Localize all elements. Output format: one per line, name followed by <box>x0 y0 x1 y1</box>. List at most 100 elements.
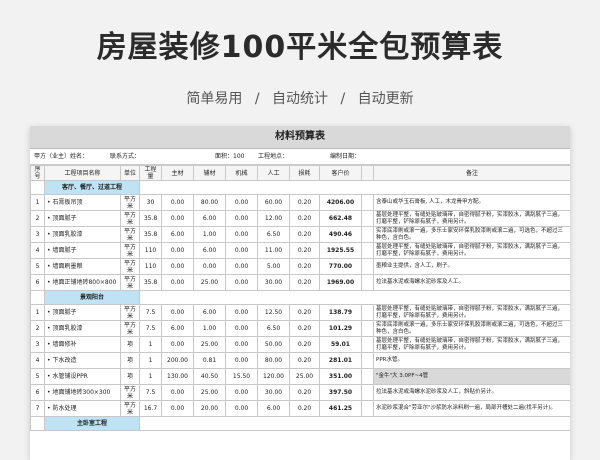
header-cell: 损耗 <box>289 165 320 181</box>
cell-price: 59.01 <box>319 336 362 353</box>
cell-no: 7 <box>30 400 45 417</box>
cell-no: 2 <box>30 320 45 337</box>
section-blank-cell <box>30 416 45 431</box>
cell-loss: 0.20 <box>289 304 320 321</box>
header-cell: 辅材 <box>193 165 226 181</box>
cell-no: 5 <box>30 258 45 275</box>
owner-label: 甲方（业主）姓名： <box>34 153 89 160</box>
cell-loss: 0.20 <box>289 226 320 243</box>
cell-qty: 1 <box>139 368 162 385</box>
cell-unit: 平方米 <box>120 400 140 417</box>
spreadsheet-preview: 材料预算表 甲方（业主）姓名： 联系方式： 面积：100 工程地点： 编制日期：… <box>30 126 570 460</box>
cell-main: 0.00 <box>161 336 194 353</box>
cell-qty: 30 <box>139 194 162 211</box>
cell-price: 397.50 <box>319 384 362 401</box>
project-info-row: 甲方（业主）姓名： 联系方式： 面积：100 工程地点： 编制日期： <box>30 149 570 165</box>
table-row: 4 • 下水改造项 1 200.00 0.81 0.00 80.00 0.20 281.01 PP… <box>30 352 570 369</box>
cell-name: • 地面铺地砖300×300 <box>44 384 121 401</box>
cell-note: 墨粮业主提供，含人工，刷子。 <box>373 258 570 275</box>
cell-qty: 7.5 <box>139 320 162 337</box>
section-spacer-cell <box>139 416 570 431</box>
table-row: 5 • 墙面刷墨粮 平方米 110 0.00 0.00 0.00 5.00 0.20 770.00… <box>30 258 570 275</box>
cell-aux: 0.81 <box>193 352 226 369</box>
cell-mach: 0.00 <box>225 336 258 353</box>
header-cell: 单位 <box>120 165 140 181</box>
cell-price: 101.29 <box>319 320 362 337</box>
cell-gap <box>361 320 374 337</box>
cell-aux: 80.00 <box>193 194 226 211</box>
cell-note: 基层处理平整，有缝处贴玻璃带，自密得腻子粉，实漆胶水，满刮腻子三遍，打磨平整，铲… <box>373 210 570 227</box>
cell-loss: 0.20 <box>289 320 320 337</box>
cell-note: "金牛"大 3.0PF~4管 <box>373 368 570 385</box>
header-cell: 序号 <box>30 165 45 181</box>
cell-note: 基层处理平整，有缝处贴玻璃带，自密得腻子粉，实漆胶水，满刮腻子三遍，打磨平整，铲… <box>373 336 570 353</box>
cell-main: 200.00 <box>161 352 194 369</box>
header-cell: 工程量 <box>139 165 162 181</box>
cell-aux: 20.00 <box>193 400 226 417</box>
cell-mach: 0.00 <box>225 352 258 369</box>
tag-separator: / <box>254 91 260 107</box>
cell-mach: 0.00 <box>225 384 258 401</box>
sheet-title: 材料预算表 <box>30 126 570 149</box>
cell-loss: 0.20 <box>289 400 320 417</box>
cell-note: 实漆底漆刷或滚一遍，多乐士家安环保乳胶漆刷或滚二遍，可选色，不超过三种色，含白色… <box>373 226 570 243</box>
cell-aux: 0.00 <box>193 258 226 275</box>
cell-labor: 60.00 <box>257 194 290 211</box>
cell-name: • 顶面腻子 <box>44 210 121 227</box>
cell-main: 0.00 <box>161 384 194 401</box>
cell-note: 基层处理平整，有缝处贴玻璃带，自密得腻子粉，实漆胶水，满刮腻子三遍，打磨平整，铲… <box>373 242 570 259</box>
contact-label: 联系方式： <box>110 153 141 160</box>
header-cell: 机械 <box>225 165 258 181</box>
cell-aux: 6.00 <box>193 210 226 227</box>
cell-unit: 平方米 <box>120 304 140 321</box>
cell-labor: 120.00 <box>257 368 290 385</box>
section-title: 景观阳台 <box>44 290 140 305</box>
cell-main: 0.00 <box>161 258 194 275</box>
cell-price: 662.48 <box>319 210 362 227</box>
cell-no: 4 <box>30 352 45 369</box>
cell-no: 5 <box>30 368 45 385</box>
cell-price: 138.79 <box>319 304 362 321</box>
cell-gap <box>361 258 374 275</box>
section-blank-cell <box>30 180 45 195</box>
section-row: 景观阳台 <box>30 290 570 305</box>
feature-tag: 自动统计 <box>272 91 328 107</box>
cell-price: 461.25 <box>319 400 362 417</box>
cell-note: 拉法基水泥或海螺水泥砂浆及人工。 <box>373 274 570 291</box>
cell-unit: 平方米 <box>120 258 140 275</box>
section-spacer-cell <box>139 180 570 195</box>
cell-aux: 25.00 <box>193 384 226 401</box>
cell-unit: 项 <box>120 368 140 385</box>
cell-gap <box>361 274 374 291</box>
cell-labor: 6.50 <box>257 226 290 243</box>
cell-qty: 110 <box>139 242 162 259</box>
cell-main: 0.00 <box>161 304 194 321</box>
cell-mach: 0.00 <box>225 210 258 227</box>
section-row: 客厅、餐厅、过道工程 <box>30 180 570 195</box>
cell-labor: 12.00 <box>257 210 290 227</box>
cell-mach: 15.50 <box>225 368 258 385</box>
cell-price: 281.01 <box>319 352 362 369</box>
cell-qty: 35.8 <box>139 274 162 291</box>
cell-note: 基层处理平整，有缝处贴玻璃带，自密得腻子粉，实漆胶水，满刮腻子三遍，打磨平整，铲… <box>373 304 570 321</box>
table-header-row: 序号 工程项目名称 单位 工程量 主材 辅材 机械 人工 损耗 客户价 备注 <box>30 165 570 181</box>
cell-labor: 50.00 <box>257 336 290 353</box>
cell-price: 1925.55 <box>319 242 362 259</box>
cell-loss: 0.20 <box>289 384 320 401</box>
cell-qty: 35.8 <box>139 226 162 243</box>
cell-no: 3 <box>30 336 45 353</box>
cell-price: 770.00 <box>319 258 362 275</box>
cell-gap <box>361 352 374 369</box>
cell-main: 0.00 <box>161 242 194 259</box>
cell-unit: 平方米 <box>120 274 140 291</box>
cell-gap <box>361 210 374 227</box>
cell-gap <box>361 226 374 243</box>
cell-name: • 顶面乳胶漆 <box>44 226 121 243</box>
cell-no: 3 <box>30 226 45 243</box>
cell-aux: 6.00 <box>193 304 226 321</box>
cell-price: 1969.00 <box>319 274 362 291</box>
cell-labor: 30.00 <box>257 384 290 401</box>
cell-unit: 平方米 <box>120 210 140 227</box>
cell-main: 0.00 <box>161 210 194 227</box>
cell-price: 490.46 <box>319 226 362 243</box>
